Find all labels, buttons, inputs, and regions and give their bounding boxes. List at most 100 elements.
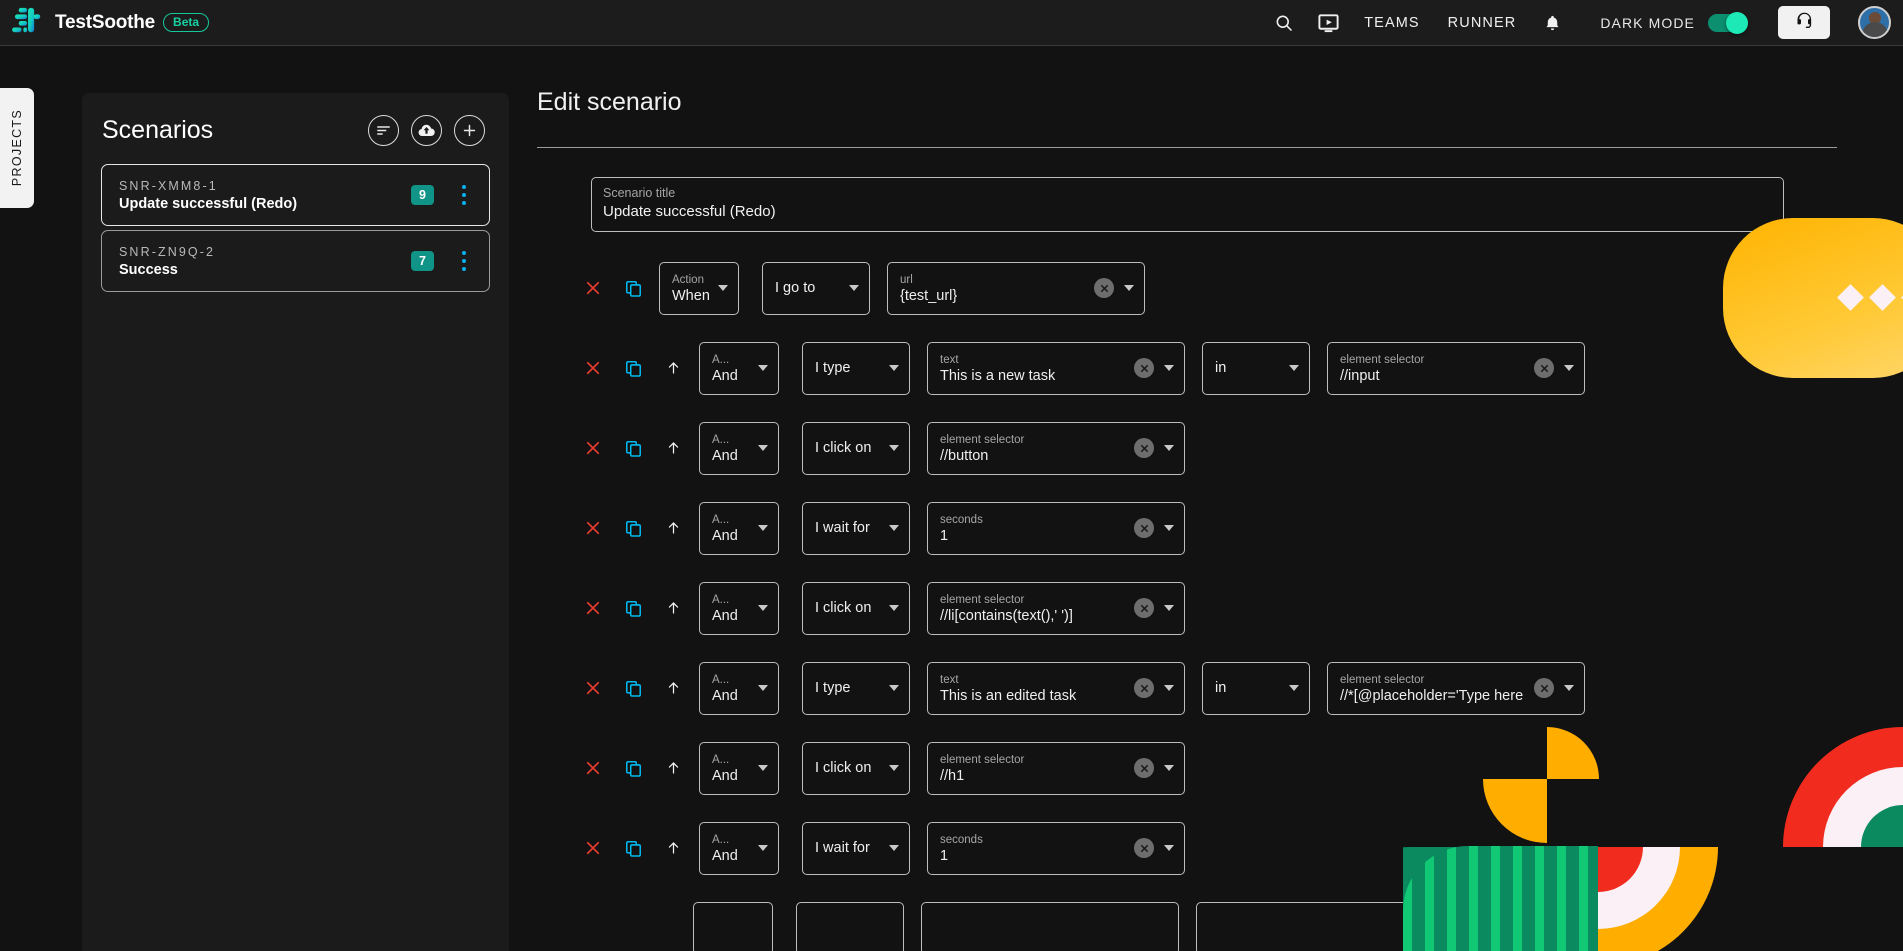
chevron-down-icon[interactable]: [1164, 845, 1174, 851]
step-verb-select[interactable]: I click on: [802, 581, 910, 635]
chevron-down-icon[interactable]: [889, 685, 899, 691]
step-param-field[interactable]: seconds 1: [927, 821, 1185, 875]
delete-step-icon[interactable]: [573, 839, 613, 857]
duplicate-step-icon[interactable]: [613, 679, 653, 698]
scenario-title-input[interactable]: Scenario title Update successful (Redo): [591, 177, 1784, 232]
sort-filter-icon[interactable]: [368, 115, 399, 146]
move-up-icon[interactable]: [653, 678, 693, 698]
step-param-field[interactable]: element selector//h1: [927, 741, 1185, 795]
delete-step-icon[interactable]: [573, 679, 613, 697]
duplicate-step-icon[interactable]: [613, 439, 653, 458]
duplicate-step-icon[interactable]: [613, 279, 653, 298]
step-verb-select[interactable]: I wait for: [802, 501, 910, 555]
chevron-down-icon[interactable]: [758, 445, 768, 451]
clear-icon[interactable]: [1134, 358, 1154, 378]
step-param-field[interactable]: text This is an edited task: [927, 661, 1185, 715]
chevron-down-icon[interactable]: [1164, 525, 1174, 531]
chevron-down-icon[interactable]: [889, 845, 899, 851]
clear-icon[interactable]: [1534, 678, 1554, 698]
brand-logo[interactable]: TestSoothe: [10, 5, 155, 40]
chevron-down-icon[interactable]: [1164, 685, 1174, 691]
duplicate-step-icon[interactable]: [613, 599, 653, 618]
step-verb-select[interactable]: I click on: [802, 741, 910, 795]
projects-tab[interactable]: PROJECTS: [0, 88, 34, 208]
chevron-down-icon[interactable]: [758, 605, 768, 611]
step-action-select[interactable]: A... And: [699, 341, 779, 395]
clear-icon[interactable]: [1134, 438, 1154, 458]
chevron-down-icon[interactable]: [849, 285, 859, 291]
chevron-down-icon[interactable]: [1124, 285, 1134, 291]
step-verb-select[interactable]: I type: [802, 661, 910, 715]
chevron-down-icon[interactable]: [718, 285, 728, 291]
step-action-select[interactable]: Action When: [659, 261, 739, 315]
step-param-field[interactable]: text This is a new task: [927, 341, 1185, 395]
move-up-icon[interactable]: [653, 838, 693, 858]
duplicate-step-icon[interactable]: [613, 759, 653, 778]
chevron-down-icon[interactable]: [758, 765, 768, 771]
scenario-card[interactable]: SNR-ZN9Q-2 Success 7: [101, 230, 490, 292]
clear-icon[interactable]: [1134, 838, 1154, 858]
clear-icon[interactable]: [1134, 598, 1154, 618]
clear-icon[interactable]: [1534, 358, 1554, 378]
step-connector-select[interactable]: in: [1202, 341, 1310, 395]
chevron-down-icon[interactable]: [889, 525, 899, 531]
scenario-menu-icon[interactable]: [454, 247, 474, 275]
step-action-select[interactable]: A... And: [699, 821, 779, 875]
delete-step-icon[interactable]: [573, 279, 613, 297]
chevron-down-icon[interactable]: [1164, 445, 1174, 451]
duplicate-step-icon[interactable]: [613, 359, 653, 378]
notifications-bell-icon[interactable]: [1530, 1, 1574, 45]
step-verb-select[interactable]: I click on: [802, 421, 910, 475]
scenario-card[interactable]: SNR-XMM8-1 Update successful (Redo) 9: [101, 164, 490, 226]
step-action-select[interactable]: A... And: [699, 581, 779, 635]
chevron-down-icon[interactable]: [1164, 605, 1174, 611]
delete-step-icon[interactable]: [573, 439, 613, 457]
duplicate-step-icon[interactable]: [613, 839, 653, 858]
step-action-select[interactable]: A... And: [699, 421, 779, 475]
chevron-down-icon[interactable]: [1564, 365, 1574, 371]
chevron-down-icon[interactable]: [889, 445, 899, 451]
scenario-menu-icon[interactable]: [454, 181, 474, 209]
chevron-down-icon[interactable]: [1164, 765, 1174, 771]
user-avatar[interactable]: [1858, 6, 1891, 39]
move-up-icon[interactable]: [653, 518, 693, 538]
chevron-down-icon[interactable]: [758, 365, 768, 371]
chevron-down-icon[interactable]: [758, 685, 768, 691]
move-up-icon[interactable]: [653, 598, 693, 618]
move-up-icon[interactable]: [653, 358, 693, 378]
chevron-down-icon[interactable]: [1289, 685, 1299, 691]
clear-icon[interactable]: [1134, 518, 1154, 538]
step-verb-select[interactable]: I go to: [762, 261, 870, 315]
plus-add-icon[interactable]: [454, 115, 485, 146]
chevron-down-icon[interactable]: [889, 365, 899, 371]
delete-step-icon[interactable]: [573, 519, 613, 537]
step-verb-select[interactable]: I wait for: [802, 821, 910, 875]
step-param-field[interactable]: element selector//li[contains(text(),' '…: [927, 581, 1185, 635]
chevron-down-icon[interactable]: [758, 845, 768, 851]
clear-icon[interactable]: [1134, 678, 1154, 698]
duplicate-step-icon[interactable]: [613, 519, 653, 538]
chevron-down-icon[interactable]: [1564, 685, 1574, 691]
step-action-select[interactable]: A... And: [699, 741, 779, 795]
step-verb-select[interactable]: I type: [802, 341, 910, 395]
video-player-icon[interactable]: [1306, 1, 1350, 45]
step-action-select[interactable]: A... And: [699, 661, 779, 715]
clear-icon[interactable]: [1134, 758, 1154, 778]
move-up-icon[interactable]: [653, 438, 693, 458]
nav-teams[interactable]: TEAMS: [1350, 15, 1433, 31]
cloud-upload-icon[interactable]: [411, 115, 442, 146]
step-param-field[interactable]: url {test_url}: [887, 261, 1145, 315]
step-selector-field[interactable]: element selector//*[@placeholder='Type h…: [1327, 661, 1585, 715]
chevron-down-icon[interactable]: [1164, 365, 1174, 371]
step-selector-field[interactable]: element selector//input: [1327, 341, 1585, 395]
chevron-down-icon[interactable]: [889, 765, 899, 771]
chevron-down-icon[interactable]: [889, 605, 899, 611]
move-up-icon[interactable]: [653, 758, 693, 778]
delete-step-icon[interactable]: [573, 359, 613, 377]
step-param-field[interactable]: seconds 1: [927, 501, 1185, 555]
support-button[interactable]: [1778, 6, 1830, 39]
chevron-down-icon[interactable]: [758, 525, 768, 531]
chevron-down-icon[interactable]: [1289, 365, 1299, 371]
step-param-field[interactable]: element selector//button: [927, 421, 1185, 475]
clear-icon[interactable]: [1094, 278, 1114, 298]
